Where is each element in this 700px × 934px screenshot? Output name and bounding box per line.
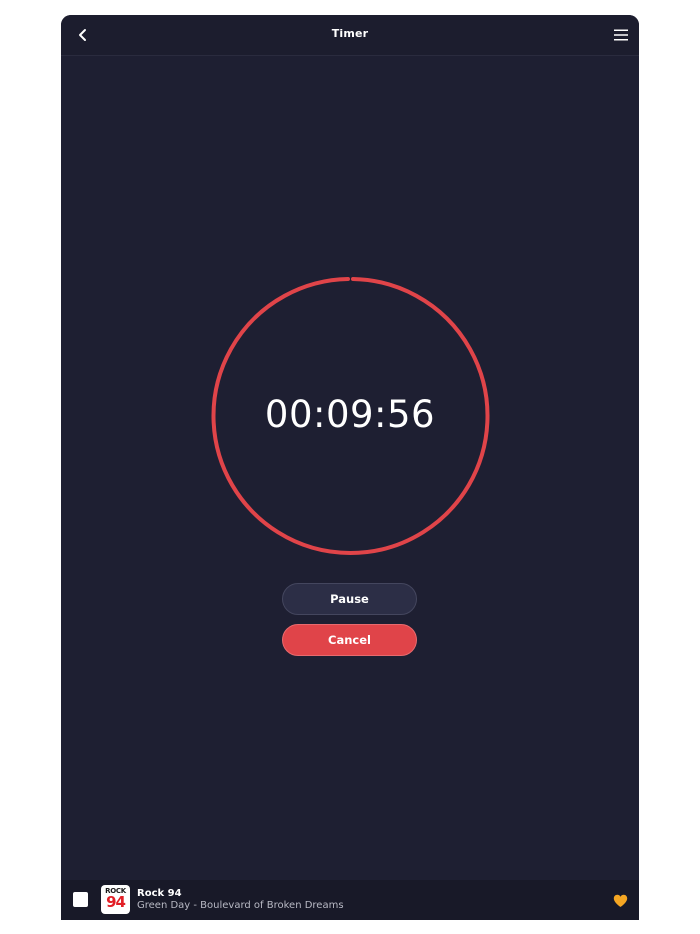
stop-button[interactable] [73,892,88,907]
mini-player: ROCK 94 Rock 94 Green Day - Boulevard of… [61,880,639,920]
top-bar: Timer [61,15,639,56]
station-logo: ROCK 94 [101,885,130,914]
pause-button-label: Pause [330,592,369,606]
station-logo-number: 94 [106,893,126,911]
app-window: Timer 00:09:56 Pause Cancel ROCK 94 Rock… [61,15,639,920]
menu-button[interactable] [613,27,629,43]
station-name: Rock 94 [137,888,182,899]
favorite-button[interactable] [613,893,628,907]
cancel-button-label: Cancel [328,633,371,647]
cancel-button[interactable]: Cancel [282,624,417,656]
hamburger-menu-icon [614,29,628,41]
timer-ring: 00:09:56 [209,275,491,557]
heart-icon [613,894,628,907]
pause-button[interactable]: Pause [282,583,417,615]
page-title: Timer [331,27,369,40]
timer-readout: 00:09:56 [264,393,436,436]
now-playing-track: Green Day - Boulevard of Broken Dreams [137,900,344,911]
